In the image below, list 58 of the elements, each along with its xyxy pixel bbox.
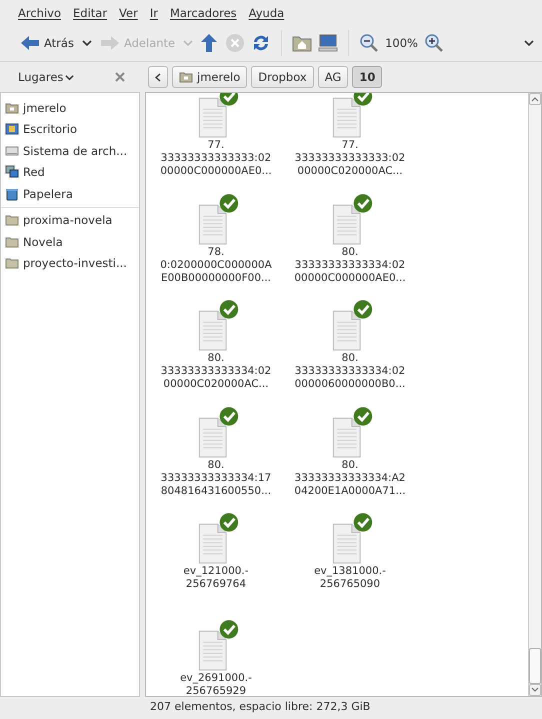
menu-item[interactable]: Marcadores [170, 6, 237, 21]
folder-icon [5, 213, 19, 228]
home-folder-icon [179, 70, 193, 84]
sidebar-selector[interactable]: Lugares [18, 70, 74, 84]
caret-icon[interactable] [82, 38, 92, 48]
trash-icon [5, 186, 19, 201]
home-folder-icon [5, 100, 19, 115]
forward-arrow-icon [100, 33, 120, 53]
back-button[interactable]: Atrás [18, 31, 76, 55]
file-name[interactable]: 80. 33333333333334:A2 04200E1A0000A71... [294, 458, 406, 498]
network-icon [5, 165, 19, 180]
zoom-in-icon[interactable] [424, 33, 444, 53]
zoom-level: 100% [385, 36, 418, 50]
sidebar-item[interactable]: proxima-novela [1, 210, 139, 231]
file-name[interactable]: 80. 33333333333334:02 00000C000000AE0... [294, 246, 406, 284]
path-button[interactable]: AG [318, 66, 348, 88]
file-name[interactable]: ev_1381000.- 256765090 [314, 565, 386, 591]
chevron-down-icon[interactable] [524, 38, 534, 48]
sidebar-item[interactable]: Red [1, 162, 139, 183]
desktop-icon [5, 122, 19, 136]
sidebar-item[interactable]: proyecto-investi... [1, 252, 139, 274]
file-name[interactable]: 80. 33333333333334:02 00000C020000AC... [160, 352, 272, 391]
sidebar-item[interactable]: Escritorio [1, 118, 139, 140]
sidebar-item[interactable]: jmerelo [1, 97, 139, 118]
zoom-out-icon[interactable] [359, 33, 380, 53]
sidebar-item[interactable]: Papelera [1, 183, 139, 204]
status-text: 207 elementos, espacio libre: 272,3 GiB [149, 699, 372, 713]
file-name[interactable]: 78. 0:0200000C000000A E00B00000000F00... [160, 246, 272, 284]
menu-item[interactable]: Archivo [18, 6, 61, 21]
caret-icon [65, 72, 74, 82]
scrollbar[interactable] [528, 93, 541, 696]
path-back-button[interactable] [148, 66, 168, 88]
file-name[interactable]: ev_121000.- 256769764 [183, 565, 249, 591]
scroll-down-icon[interactable] [531, 687, 539, 693]
close-icon[interactable] [114, 71, 126, 83]
scroll-up-icon[interactable] [531, 96, 539, 102]
menu-item[interactable]: Ver [119, 6, 138, 21]
file-name[interactable]: 77. 33333333333333:02 00000C000000AE0... [160, 139, 272, 178]
path-button[interactable]: 10 [352, 66, 382, 88]
file-name[interactable]: ev_2691000.- 256765929 [180, 672, 252, 696]
chevron-left-icon [155, 72, 161, 82]
file-name[interactable]: 80. 33333333333334:17 804816431600550... [160, 458, 272, 498]
back-arrow-icon [20, 33, 40, 53]
menu-item[interactable]: Editar [73, 6, 108, 21]
path-button[interactable]: jmerelo [172, 66, 248, 88]
menu-item[interactable]: Ayuda [248, 6, 284, 21]
folder-icon [5, 256, 19, 270]
computer-icon[interactable] [318, 33, 338, 53]
drive-icon [5, 144, 19, 158]
path-button[interactable]: Dropbox [251, 66, 314, 88]
sidebar-item[interactable]: Novela [1, 231, 139, 252]
folder-icon [5, 234, 19, 249]
file-name[interactable]: 77. 33333333333333:02 00000C020000AC... [294, 139, 406, 178]
file-name[interactable]: 80. 33333333333334:02 0000060000000B0... [294, 352, 406, 391]
sidebar-item[interactable]: Sistema de arch... [1, 140, 139, 162]
scrollbar-thumb[interactable] [529, 648, 541, 684]
up-arrow-icon[interactable] [199, 33, 220, 53]
menu-item[interactable]: Ir [150, 6, 158, 21]
